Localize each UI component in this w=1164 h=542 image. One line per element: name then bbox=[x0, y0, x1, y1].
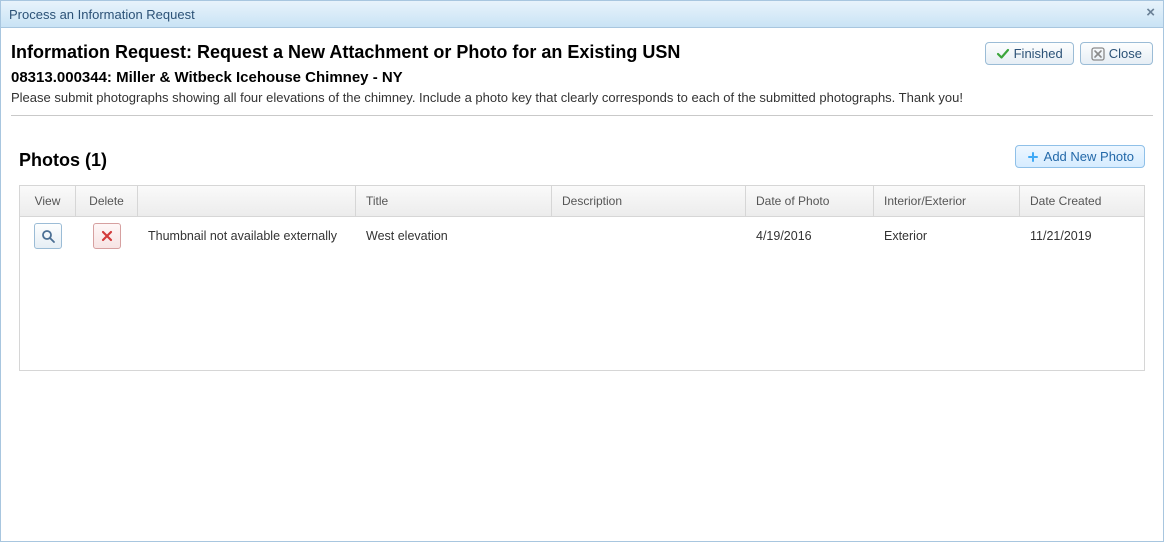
col-header-title[interactable]: Title bbox=[356, 186, 552, 216]
finished-button-label: Finished bbox=[1014, 46, 1063, 61]
close-button-label: Close bbox=[1109, 46, 1142, 61]
col-header-date-of-photo[interactable]: Date of Photo bbox=[746, 186, 874, 216]
delete-photo-button[interactable] bbox=[93, 223, 121, 249]
view-photo-button[interactable] bbox=[34, 223, 62, 249]
window-close-icon[interactable]: × bbox=[1146, 4, 1155, 21]
col-header-view[interactable]: View bbox=[20, 186, 76, 216]
header-buttons: Finished Close bbox=[985, 38, 1153, 65]
grid-body: Thumbnail not available externally West … bbox=[20, 217, 1144, 370]
photos-grid: View Delete Title Description Date of Ph… bbox=[19, 185, 1145, 371]
table-row[interactable]: Thumbnail not available externally West … bbox=[20, 217, 1144, 255]
add-new-photo-button[interactable]: Add New Photo bbox=[1015, 145, 1145, 168]
instructions-text: Please submit photographs showing all fo… bbox=[11, 90, 963, 105]
cell-date-of-photo: 4/19/2016 bbox=[746, 225, 874, 247]
cell-thumbnail: Thumbnail not available externally bbox=[138, 225, 356, 247]
col-header-delete[interactable]: Delete bbox=[76, 186, 138, 216]
check-icon bbox=[996, 47, 1010, 61]
close-button[interactable]: Close bbox=[1080, 42, 1153, 65]
title-bar: Process an Information Request × bbox=[1, 1, 1163, 28]
col-header-description[interactable]: Description bbox=[552, 186, 746, 216]
add-new-photo-label: Add New Photo bbox=[1044, 149, 1134, 164]
record-title: 08313.000344: Miller & Witbeck Icehouse … bbox=[11, 69, 963, 86]
header-text: Information Request: Request a New Attac… bbox=[11, 38, 963, 115]
col-header-thumbnail[interactable] bbox=[138, 186, 356, 216]
col-header-date-created[interactable]: Date Created bbox=[1020, 186, 1144, 216]
photos-section-title: Photos (1) bbox=[19, 150, 107, 171]
close-icon bbox=[1091, 47, 1105, 61]
plus-icon bbox=[1026, 150, 1040, 164]
header-row: Information Request: Request a New Attac… bbox=[11, 38, 1153, 115]
content-area: Information Request: Request a New Attac… bbox=[1, 28, 1163, 371]
dialog-window: Process an Information Request × Informa… bbox=[0, 0, 1164, 542]
window-title: Process an Information Request bbox=[9, 7, 195, 22]
cell-interior-exterior: Exterior bbox=[874, 225, 1020, 247]
divider bbox=[11, 115, 1153, 116]
cell-description bbox=[552, 232, 746, 240]
page-title: Information Request: Request a New Attac… bbox=[11, 42, 963, 63]
delete-x-icon bbox=[100, 229, 114, 243]
photos-section-header: Photos (1) Add New Photo bbox=[11, 136, 1153, 177]
grid-header: View Delete Title Description Date of Ph… bbox=[20, 186, 1144, 217]
finished-button[interactable]: Finished bbox=[985, 42, 1074, 65]
cell-title: West elevation bbox=[356, 225, 552, 247]
col-header-interior-exterior[interactable]: Interior/Exterior bbox=[874, 186, 1020, 216]
magnifier-icon bbox=[41, 229, 56, 244]
cell-date-created: 11/21/2019 bbox=[1020, 225, 1144, 247]
